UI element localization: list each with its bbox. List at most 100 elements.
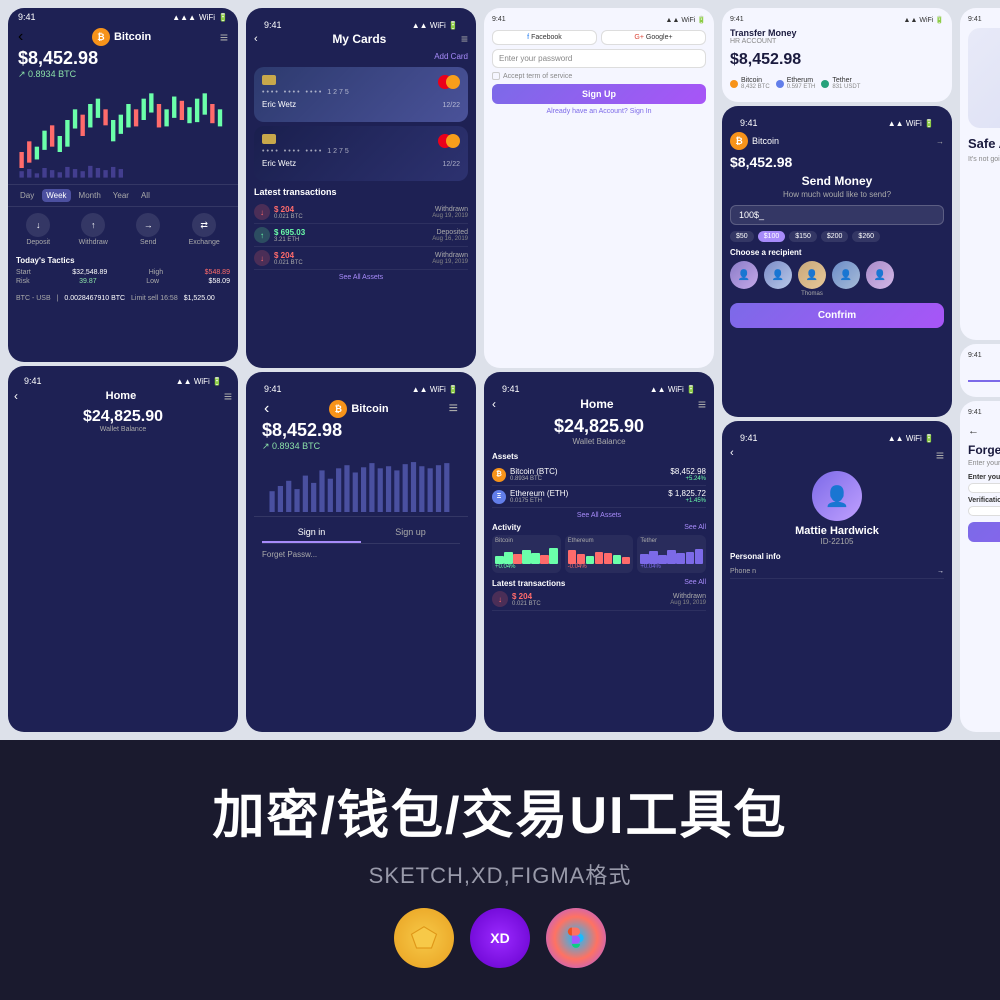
tool-icons: XD — [394, 908, 606, 968]
send-btc-label: Bitcoin — [752, 136, 779, 146]
tx-row-2: ↑ $ 695.03 3.21 ETH Deposited Aug 16, 20… — [254, 224, 468, 247]
profile-menu-icon[interactable]: ≡ — [936, 447, 944, 463]
su-social-btns: f Facebook G+ Google+ — [492, 30, 706, 45]
transfer-subtitle: HR ACCOUNT — [730, 38, 944, 45]
tx-type-2: Deposited — [432, 229, 468, 236]
home-header: ‹ Home ≡ — [14, 388, 232, 404]
transfer-status: 9:41 ▲▲ WiFi 🔋 — [730, 16, 944, 24]
chip-100[interactable]: $100 — [758, 231, 786, 242]
tx-row-1: ↓ $ 204 0.021 BTC Withdrawn Aug 19, 2019 — [254, 201, 468, 224]
tab-week[interactable]: Week — [42, 189, 70, 202]
see-all-assets-2[interactable]: See All Assets — [492, 512, 706, 519]
sketch-icon — [394, 908, 454, 968]
su-status-bar: 9:41 ▲▲ WiFi 🔋 — [492, 16, 706, 24]
send-btc-logo: ₿ — [730, 132, 748, 150]
bitcoin-chart-screen: 9:41 ▲▲▲ WiFi 🔋 ‹ ₿ Bitcoin ≡ $8,452.98 … — [8, 8, 238, 362]
transfer-screen: 9:41 ▲▲ WiFi 🔋 Transfer Money HR ACCOUNT… — [722, 8, 952, 102]
send-action[interactable]: → Send — [136, 213, 160, 246]
profile-phone-row: Phone n → — [730, 565, 944, 579]
profile-back-icon[interactable]: ‹ — [730, 447, 734, 463]
email-field[interactable] — [968, 483, 1000, 493]
signup-btn[interactable]: Sign Up — [492, 84, 706, 104]
back-icon-home2[interactable]: ‹ — [492, 397, 496, 411]
btc-price-2: $8,452.98 — [254, 420, 468, 441]
status-icons: ▲▲▲ WiFi 🔋 — [172, 13, 228, 22]
menu-icon[interactable]: ≡ — [220, 29, 228, 45]
activity-see-all[interactable]: See All — [684, 524, 706, 531]
forget-signin-btn[interactable]: Sign in — [968, 522, 1000, 542]
tab-signin[interactable]: Sign in — [262, 523, 361, 543]
chip-260[interactable]: $260 — [852, 231, 880, 242]
si-tab-signin[interactable]: Sign in — [968, 362, 1000, 382]
avatar-4[interactable]: 👤 — [832, 261, 860, 289]
banner-subtitle: SKETCH,XD,FIGMA格式 — [369, 858, 632, 890]
menu-icon-2[interactable]: ≡ — [449, 400, 458, 418]
withdraw-action[interactable]: ↑ Withdraw — [79, 213, 108, 246]
forget-back-icon[interactable]: ← — [968, 425, 979, 437]
skip-btn[interactable]: Skip — [968, 179, 1000, 188]
tab-month[interactable]: Month — [75, 189, 105, 202]
avatar-5[interactable]: 👤 — [866, 261, 894, 289]
tether-activity-change: +0.04% — [640, 564, 703, 570]
card-holder-name: Eric Wetz — [262, 100, 296, 109]
card-expiry: 12/22 — [442, 102, 460, 109]
transfer-price: $8,452.98 — [730, 51, 944, 69]
forget-passwd-label: Forget Passw... — [262, 550, 460, 559]
back-icon-2[interactable]: ‹ — [264, 400, 269, 418]
see-all-assets-btn[interactable]: See All Assets — [254, 274, 468, 281]
avatar-thomas[interactable]: 👤 — [798, 261, 826, 289]
column-4: 9:41 ▲▲ WiFi 🔋 Transfer Money HR ACCOUNT… — [722, 8, 952, 732]
chip-150[interactable]: $150 — [789, 231, 817, 242]
column-1: 9:41 ▲▲▲ WiFi 🔋 ‹ ₿ Bitcoin ≡ $8,452.98 … — [8, 8, 238, 732]
deposit-action[interactable]: ↓ Deposit — [26, 213, 50, 246]
chip-200[interactable]: $200 — [821, 231, 849, 242]
home-small-screen: 9:41 ▲▲ WiFi 🔋 ‹ Home ≡ $24,825.90 Walle… — [8, 366, 238, 732]
home-menu-icon[interactable]: ≡ — [224, 388, 232, 404]
confirm-btn[interactable]: Confrim — [730, 303, 944, 328]
tab-year[interactable]: Year — [109, 189, 133, 202]
home-back-icon[interactable]: ‹ — [14, 389, 18, 403]
home-title: Home — [106, 390, 137, 402]
mc-back-icon[interactable]: ‹ — [254, 33, 258, 45]
facebook-btn[interactable]: f Facebook — [492, 30, 597, 45]
add-card-btn[interactable]: Add Card — [254, 52, 468, 61]
avatar-1[interactable]: 👤 — [730, 261, 758, 289]
transactions-title: Latest transactions — [254, 187, 468, 197]
column-3: 9:41 ▲▲ WiFi 🔋 f Facebook G+ Google+ Ent… — [484, 8, 714, 732]
send-money-screen: 9:41 ▲▲ WiFi 🔋 ₿ Bitcoin → $8,452.98 Sen… — [722, 106, 952, 417]
password-field[interactable]: Enter your password — [492, 49, 706, 68]
see-all-tx[interactable]: See All — [684, 579, 706, 588]
tab-day[interactable]: Day — [16, 189, 38, 202]
eth-asset-price: $ 1,825.72 — [668, 489, 706, 498]
mc-menu-icon[interactable]: ≡ — [461, 32, 468, 46]
mycards-screen: 9:41 ▲▲ WiFi 🔋 ‹ My Cards ≡ Add Card •••… — [246, 8, 476, 368]
card-expiry-2: 12/22 — [442, 161, 460, 168]
method-field[interactable] — [968, 506, 1000, 516]
googleplus-btn[interactable]: G+ Google+ — [601, 30, 706, 45]
tactics-risk-row: Risk 39.87 Low $58.09 — [16, 278, 230, 285]
btc-asset-name: Bitcoin (BTC) — [510, 467, 558, 476]
tab-signup[interactable]: Sign up — [361, 523, 460, 543]
forget-sub: Enter your Phone Number or Email Address… — [968, 459, 1000, 469]
si-screen-tabs: Sign in Sign up — [968, 362, 1000, 383]
terms-checkbox[interactable]: Accept term of service — [492, 72, 706, 80]
tx-type-1: Withdrawn — [432, 206, 468, 213]
signin-tabs: Sign in Sign up Forget Passw... — [254, 516, 468, 565]
home-balance-2: $24,825.90 — [492, 416, 706, 437]
chip-50[interactable]: $50 — [730, 231, 754, 242]
back-icon[interactable]: ‹ — [18, 28, 23, 46]
eth-ticker: Etherum 0.597 ETH — [776, 77, 816, 90]
phone-arrow: → — [937, 568, 944, 575]
activity-btc: Bitcoin +0.04% — [492, 535, 561, 573]
tab-all[interactable]: All — [137, 189, 154, 202]
exchange-action[interactable]: ⇄ Exchange — [189, 213, 220, 246]
send-icon: → — [136, 213, 160, 237]
avatar-2[interactable]: 👤 — [764, 261, 792, 289]
activity-tether: Tether +0.04% — [637, 535, 706, 573]
activity-section: Activity See All Bitcoin — [492, 523, 706, 573]
menu-icon-home2[interactable]: ≡ — [698, 396, 706, 412]
tx-amount-2: $ 695.03 — [274, 228, 305, 237]
xd-icon: XD — [470, 908, 530, 968]
figma-icon — [546, 908, 606, 968]
send-amount-input[interactable]: 100$_ — [730, 205, 944, 225]
